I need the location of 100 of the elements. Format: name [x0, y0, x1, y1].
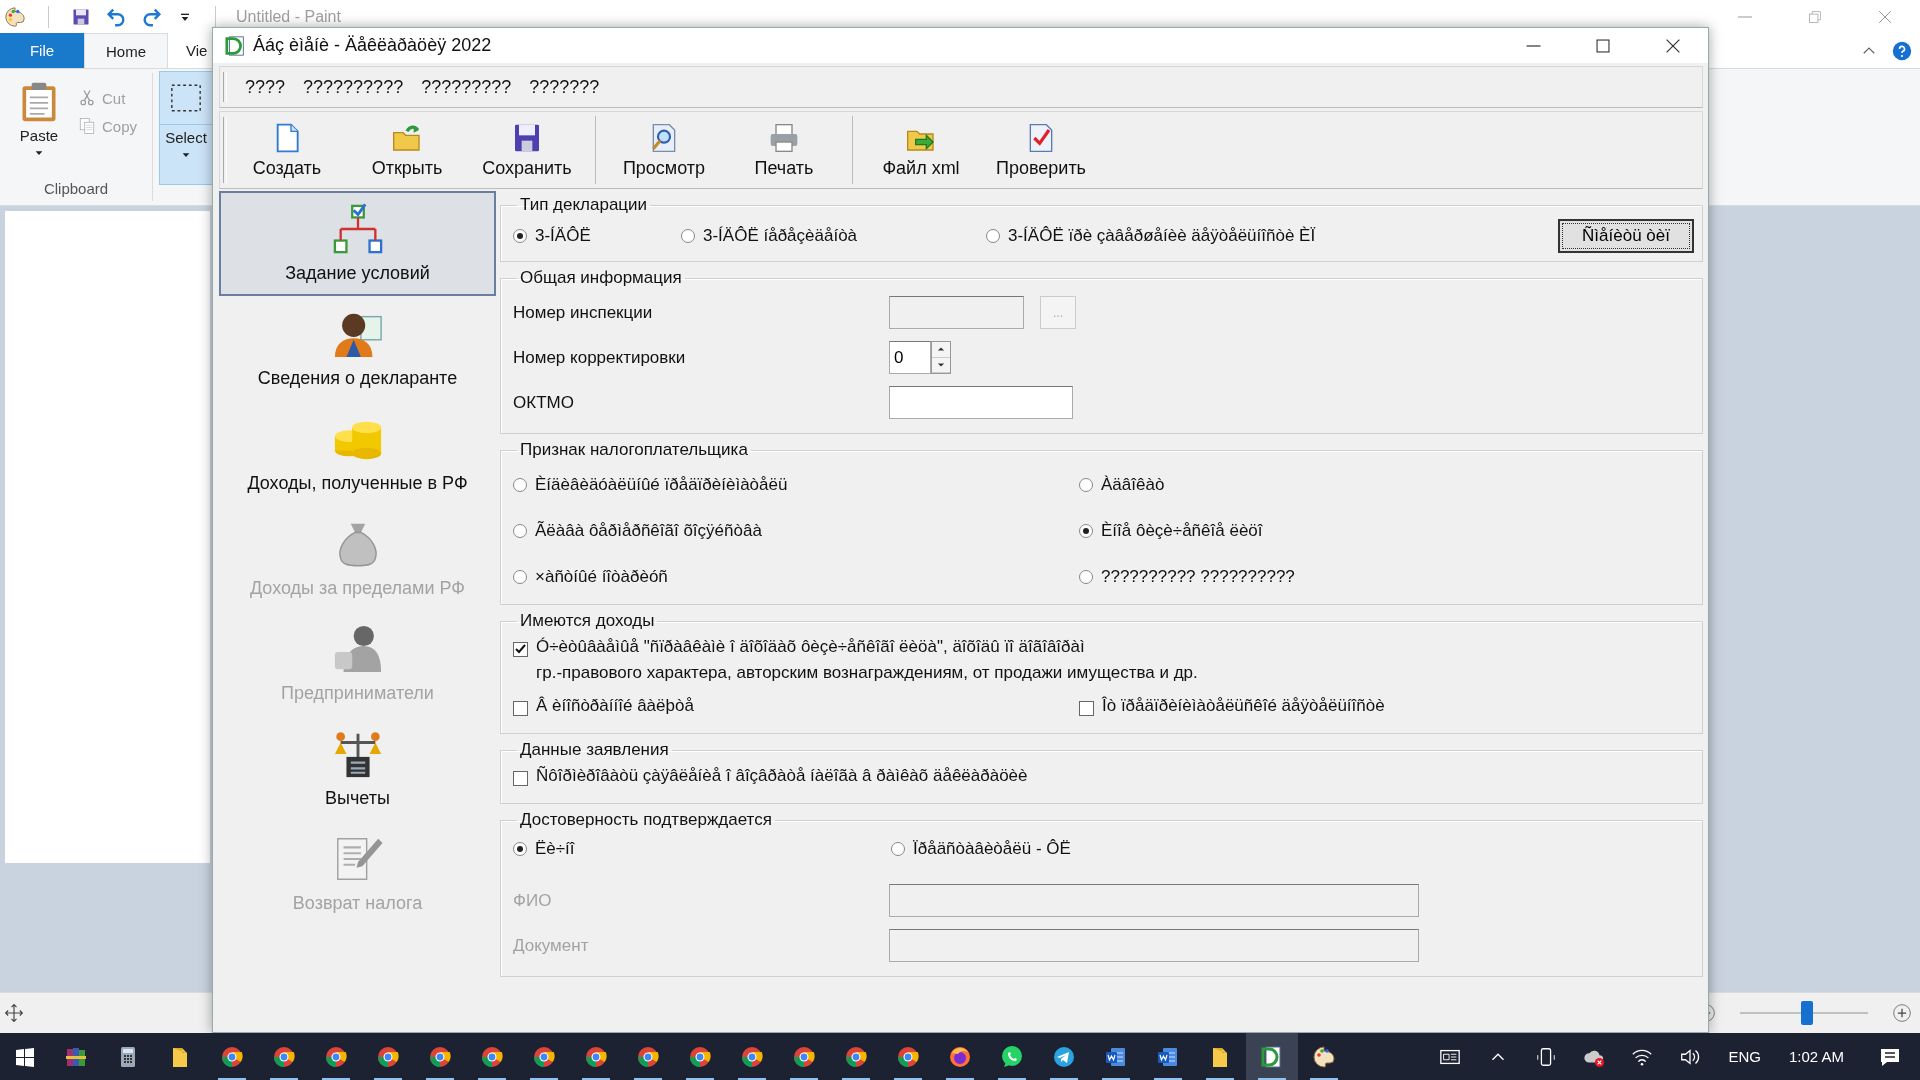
browser-icon: [636, 1044, 660, 1069]
radio-button[interactable]: [1079, 478, 1093, 492]
option-label: Ëè÷íî: [535, 839, 575, 859]
chat-icon: [1000, 1044, 1024, 1069]
option-label: Àäâîêàò: [1101, 475, 1165, 495]
radio-button[interactable]: [681, 229, 695, 243]
toolbar-button[interactable]: Открыть: [347, 112, 467, 188]
section-title: Достоверность подтверждается: [519, 810, 773, 830]
radio-button[interactable]: [513, 842, 527, 856]
device-icon[interactable]: [1535, 1045, 1558, 1068]
browser-icon: [688, 1044, 712, 1069]
button-label: Cut: [102, 89, 126, 107]
section-title: Тип декларации: [519, 195, 649, 215]
nav-item[interactable]: Сведения о декларанте: [219, 296, 496, 401]
radio-button[interactable]: [513, 524, 527, 538]
button-label: Select: [165, 129, 207, 146]
browser-icon: [584, 1044, 608, 1069]
file-menu-button[interactable]: File: [0, 33, 84, 68]
toolbar-button[interactable]: Просмотр: [604, 112, 724, 188]
radio-button[interactable]: [986, 229, 1000, 243]
option-label: Èíîå ôèçè÷åñêîå ëèöî: [1101, 521, 1263, 541]
option-label: 3-ÍÄÔË ïðè çàâåðøåíèè äåÿòåëüíîñòè ÈÏ: [1008, 226, 1316, 246]
nav-item[interactable]: Задание условий: [219, 191, 496, 296]
option-label: 3-ÍÄÔË: [535, 226, 591, 246]
browser-icon: [792, 1044, 816, 1069]
window-title: Ááç èìåíè - Äåêëàðàöèÿ 2022: [253, 35, 492, 56]
move-icon: [4, 1003, 24, 1023]
ribbon-tab[interactable]: Home: [84, 33, 168, 68]
slider-thumb[interactable]: [1800, 1001, 1813, 1025]
menu-item[interactable]: ?????????: [421, 76, 512, 98]
paste-button[interactable]: Paste: [0, 79, 78, 180]
field-label: Документ: [513, 935, 590, 956]
toolbar-button[interactable]: Проверить: [981, 112, 1101, 188]
minimize-icon: [1525, 44, 1541, 47]
browser-icon: [480, 1044, 504, 1069]
printer-icon: [768, 121, 800, 154]
input-field[interactable]: 0: [889, 341, 931, 374]
group-label: Clipboard: [42, 180, 110, 199]
section-title: Признак налогоплательщика: [519, 440, 749, 460]
browser-icon: [220, 1044, 244, 1069]
section-title: Имеются доходы: [519, 611, 656, 631]
flowchart-icon: [331, 203, 384, 255]
spin-button[interactable]: [931, 341, 951, 374]
button-label: Copy: [102, 117, 138, 135]
browser-icon: [896, 1044, 920, 1069]
section-title: Данные заявления: [519, 740, 670, 760]
browser-icon: [844, 1044, 868, 1069]
window-title: Untitled - Paint: [236, 7, 341, 26]
browser-icon: [272, 1044, 296, 1069]
radio-button[interactable]: [513, 570, 527, 584]
menu-item[interactable]: ????: [245, 76, 286, 98]
checkbox-label: Îò ïðåäïðèíèìàòåëüñêîé äåÿòåëüíîñòè: [1102, 695, 1385, 717]
radio-button[interactable]: [1079, 524, 1093, 538]
option-label: Ïðåäñòàâèòåëü - ÔË: [913, 839, 1071, 859]
nav-item[interactable]: Доходы, полученные в РФ: [219, 401, 496, 506]
option-label: ×àñòíûé íîòàðèóñ: [535, 567, 668, 587]
menu-item[interactable]: ??????????: [303, 76, 404, 98]
browser-icon: [740, 1044, 764, 1069]
caret-icon: [181, 150, 191, 160]
browser-icon: [948, 1044, 972, 1069]
select-button[interactable]: Select: [159, 71, 213, 185]
palette-icon: [1312, 1044, 1336, 1069]
checkbox[interactable]: [513, 771, 528, 786]
browser-icon: [428, 1044, 452, 1069]
toolbar-button[interactable]: Печать: [724, 112, 844, 188]
field-label: Номер корректировки: [513, 347, 687, 368]
radio-button[interactable]: [513, 229, 527, 243]
checkbox-label: Ó÷èòûâàåìûå "ñïðàâêàìè î äîõîäàõ ôèçè÷åñêîãî ëèöà", äîõîäû ïî äîãîâîðàì гр.-правового характера, авторским вознаграждениям, от продажи имущества и др.: [536, 636, 1198, 684]
language-indicator[interactable]: ENG: [1716, 1048, 1773, 1065]
radio-button[interactable]: [891, 842, 905, 856]
browser-icon: [324, 1044, 348, 1069]
button-label: Paste: [19, 127, 59, 144]
toolbar-button[interactable]: Создать: [227, 112, 347, 188]
section-title: Общая информация: [519, 268, 683, 288]
menu-item[interactable]: ???????: [529, 76, 600, 98]
taskbar-button[interactable]: [1246, 1033, 1298, 1080]
toolbar-button[interactable]: Файл xml: [861, 112, 981, 188]
checkbox[interactable]: [513, 701, 528, 716]
checkbox[interactable]: [513, 642, 528, 657]
change-type-button[interactable]: Ñìåíèòü òèï: [1558, 219, 1694, 253]
help-icon[interactable]: [1892, 40, 1912, 61]
field-label: Номер инспекции: [513, 302, 654, 323]
paper-plane-icon: [1052, 1044, 1076, 1069]
palette-icon[interactable]: [4, 5, 26, 28]
clock[interactable]: 1:02 AM: [1776, 1048, 1856, 1065]
copy-icon: [78, 117, 96, 135]
option-label: ?????????? ??????????: [1101, 567, 1295, 587]
nav-item[interactable]: Вычеты: [219, 716, 496, 821]
field-label: ФИО: [513, 890, 553, 911]
checkbox-label: Ñôîðìèðîâàòü çàÿâëåíèå î âîçâðàòå íàëîãà â ðàìêàõ äåêëàðàöèè: [536, 765, 1028, 787]
input-field[interactable]: [889, 386, 1073, 419]
browser-icon: [376, 1044, 400, 1069]
zoom-in-icon[interactable]: [1892, 1003, 1912, 1023]
checkbox[interactable]: [1079, 701, 1094, 716]
input-field[interactable]: [889, 296, 1024, 329]
radio-button[interactable]: [1079, 570, 1093, 584]
radio-button[interactable]: [513, 478, 527, 492]
option-label: Èíäèâèäóàëüíûé ïðåäïðèíèìàòåëü: [535, 475, 788, 495]
option-label: 3-ÍÄÔË íåðåçèäåíòà: [703, 226, 858, 246]
toolbar-button[interactable]: Сохранить: [467, 112, 587, 188]
